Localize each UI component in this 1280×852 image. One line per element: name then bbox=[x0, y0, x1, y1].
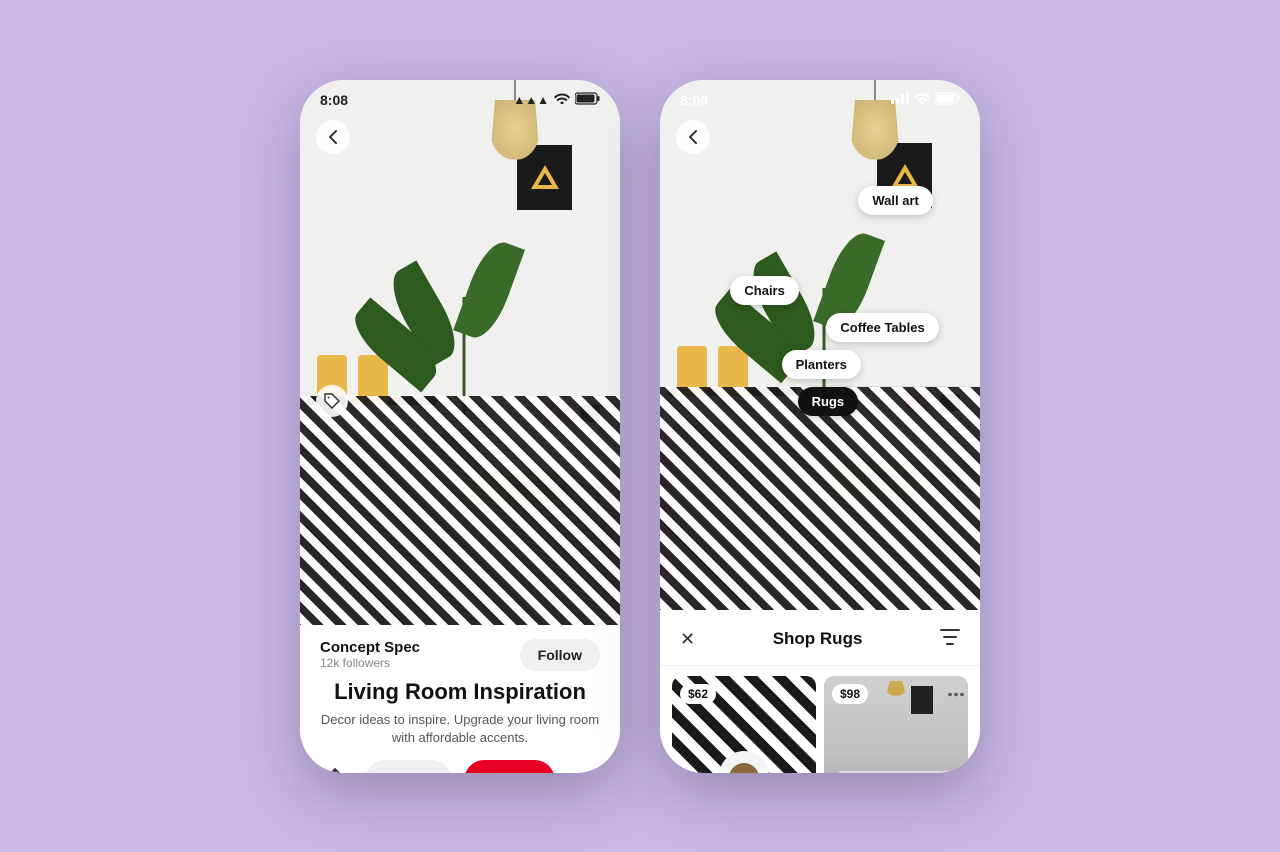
more-options-button[interactable] bbox=[567, 761, 603, 772]
wifi-icon-2 bbox=[914, 92, 930, 107]
pin-description: Decor ideas to inspire. Upgrade your liv… bbox=[320, 711, 600, 747]
product-price-2: $98 bbox=[832, 684, 868, 704]
tag-chairs[interactable]: Chairs bbox=[730, 276, 798, 305]
main-rug bbox=[300, 396, 620, 625]
pin-image-1 bbox=[300, 80, 620, 625]
product-card-2[interactable]: $98 Geometric area rugs Promoted by Home… bbox=[824, 676, 968, 773]
share-button[interactable] bbox=[317, 759, 353, 773]
pin-title: Living Room Inspiration bbox=[320, 679, 600, 705]
product-card-1[interactable]: $62 bbox=[672, 676, 816, 773]
author-name: Concept Spec bbox=[320, 639, 420, 656]
shop-sheet: ✕ Shop Rugs $62 bbox=[660, 610, 980, 773]
battery-icon-1 bbox=[575, 92, 600, 108]
save-button[interactable]: Save bbox=[464, 760, 555, 772]
product-price-1: $62 bbox=[680, 684, 716, 704]
action-row: Visit Save bbox=[320, 759, 600, 773]
tag-planters[interactable]: Planters bbox=[782, 350, 861, 379]
shop-title: Shop Rugs bbox=[697, 629, 938, 649]
back-button-2[interactable] bbox=[676, 120, 710, 154]
author-info: Concept Spec 12k followers bbox=[320, 639, 420, 670]
visit-button[interactable]: Visit bbox=[365, 760, 452, 772]
shop-header: ✕ Shop Rugs bbox=[660, 610, 980, 666]
status-icons-1: ▲▲▲ bbox=[513, 92, 600, 108]
plant-decor bbox=[434, 237, 494, 417]
tag-wall-art[interactable]: Wall art bbox=[858, 186, 932, 215]
follow-button[interactable]: Follow bbox=[520, 639, 600, 671]
main-rug-2 bbox=[660, 387, 980, 610]
pin-detail: Concept Spec 12k followers Follow Living… bbox=[300, 625, 620, 773]
tag-rugs[interactable]: Rugs bbox=[798, 387, 859, 416]
tag-coffee-tables[interactable]: Coffee Tables bbox=[826, 313, 938, 342]
back-button-1[interactable] bbox=[316, 120, 350, 154]
product-more-button-2[interactable] bbox=[948, 684, 964, 702]
phone-2: 8:08 bbox=[660, 80, 980, 773]
status-icons-2 bbox=[891, 92, 960, 108]
close-sheet-button[interactable]: ✕ bbox=[678, 627, 697, 652]
signal-icon-1: ▲▲▲ bbox=[513, 93, 549, 107]
wifi-icon-1 bbox=[554, 92, 570, 107]
phone-1: 8:08 ▲▲▲ bbox=[300, 80, 620, 773]
battery-icon-2 bbox=[935, 92, 960, 108]
pin-image-2: Wall art Chairs Coffee Tables Planters R… bbox=[660, 80, 980, 610]
filter-button[interactable] bbox=[938, 626, 962, 653]
author-row: Concept Spec 12k followers Follow bbox=[320, 639, 600, 671]
shop-products: $62 $98 bbox=[660, 666, 980, 773]
status-time-1: 8:08 bbox=[320, 92, 348, 108]
author-followers: 12k followers bbox=[320, 656, 420, 670]
signal-icon-2 bbox=[891, 92, 909, 107]
status-time-2: 8:08 bbox=[680, 92, 708, 108]
